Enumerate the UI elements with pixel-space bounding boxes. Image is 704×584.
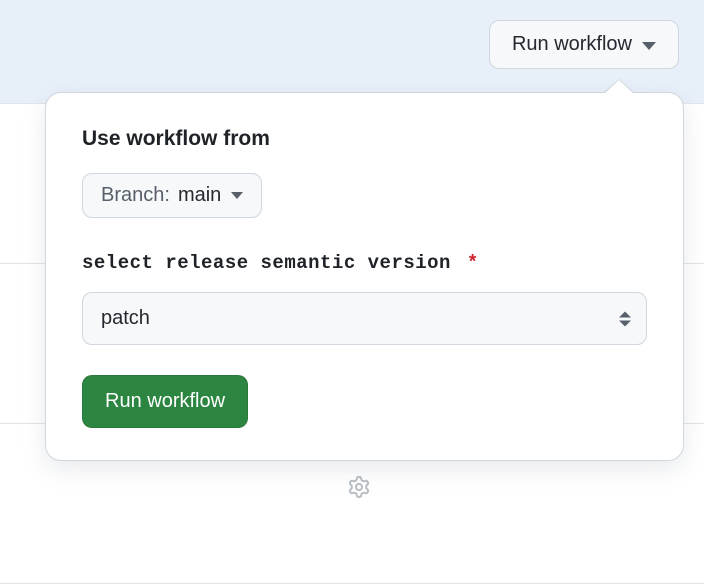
version-input-label-text: select release semantic version <box>82 252 451 274</box>
version-select[interactable]: patch <box>82 292 647 345</box>
caret-down-icon <box>642 42 656 50</box>
run-workflow-popover: Use workflow from Branch: main select re… <box>45 92 684 461</box>
run-workflow-trigger-button[interactable]: Run workflow <box>489 20 679 69</box>
run-workflow-trigger-label: Run workflow <box>512 33 632 56</box>
run-workflow-submit-label: Run workflow <box>105 390 225 412</box>
version-input-label: select release semantic version * <box>82 252 647 274</box>
branch-prefix-label: Branch: <box>101 184 170 207</box>
caret-down-icon <box>231 192 243 199</box>
popover-pointer-icon <box>603 79 635 93</box>
run-workflow-submit-button[interactable]: Run workflow <box>82 375 248 428</box>
required-asterisk: * <box>467 252 479 274</box>
branch-selector-button[interactable]: Branch: main <box>82 173 262 218</box>
gear-icon <box>348 476 370 498</box>
use-workflow-from-label: Use workflow from <box>82 127 647 151</box>
header-banner: Run workflow <box>0 0 704 104</box>
version-select-wrapper: patch <box>82 292 647 345</box>
branch-name-label: main <box>178 184 221 207</box>
